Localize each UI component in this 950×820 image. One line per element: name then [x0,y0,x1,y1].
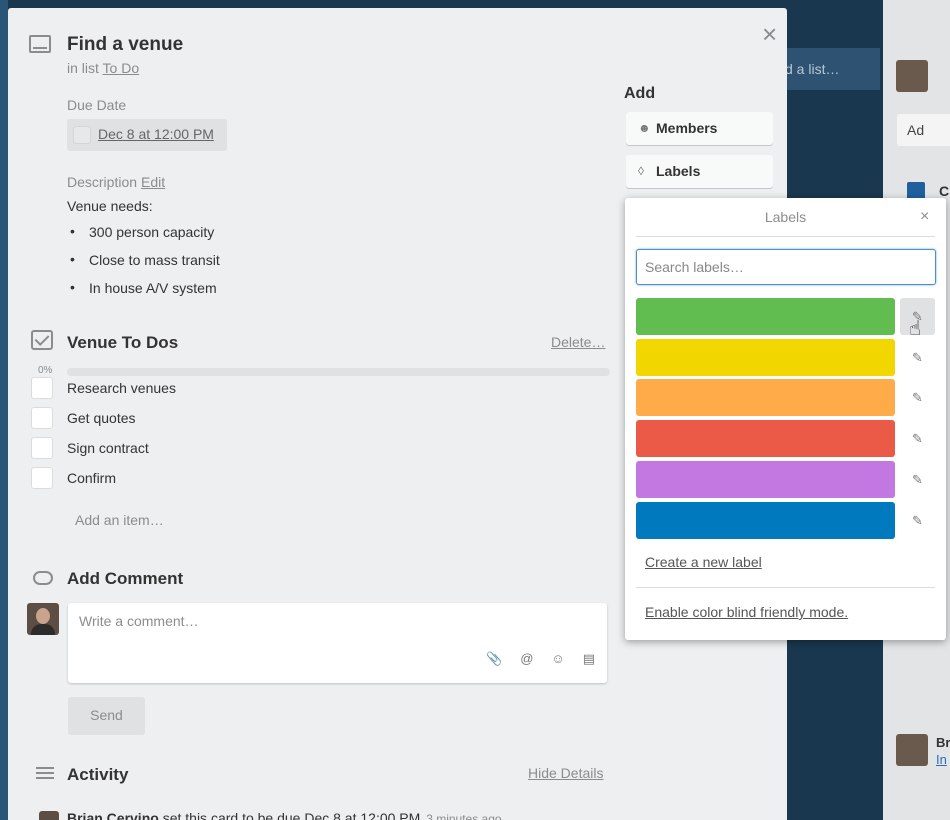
add-checklist-item[interactable]: Add an item… [75,512,164,528]
tag-icon: ◊ [638,164,644,178]
list-item: 300 person capacity [70,223,220,252]
due-date-badge[interactable]: Dec 8 at 12:00 PM [67,119,227,151]
list-item: In house A/V system [70,279,220,308]
activity-icon [32,765,54,781]
labels-label: Labels [656,163,701,179]
pencil-icon[interactable]: ✎ [900,339,935,376]
description-label-text: Description [67,174,138,190]
label-orange[interactable] [636,379,895,416]
label-purple[interactable] [636,461,895,498]
checklist-item[interactable]: Research venues [31,377,431,401]
avatar [27,603,59,635]
comment-placeholder[interactable]: Write a comment… [79,613,199,629]
card-title[interactable]: Find a venue [67,34,183,56]
card-icon [29,35,51,53]
description-intro: Venue needs: [67,198,153,214]
board-left-strip [0,0,8,820]
close-icon[interactable]: × [762,21,777,47]
person-icon: ☻ [638,121,651,135]
checklist-item-text[interactable]: Get quotes [67,410,136,426]
right-activity-name: Br [936,735,950,750]
members-label: Members [656,120,718,136]
pencil-icon[interactable]: ✎ [900,420,935,457]
activity-entry: Brian Cervino set this card to be due De… [67,810,502,820]
add-list-background: d a list… [785,48,880,90]
close-icon[interactable]: × [920,208,929,226]
activity-title: Activity [67,765,129,784]
description-list: 300 person capacity Close to mass transi… [70,223,220,308]
checklist-item[interactable]: Confirm [31,467,431,491]
right-add-button: Ad [897,114,950,146]
description-label: Description Edit [67,174,165,190]
divider [636,236,935,237]
checklist-item[interactable]: Get quotes [31,407,431,431]
checklist-checkbox[interactable] [31,407,53,429]
label-red[interactable] [636,420,895,457]
checklist-item-text[interactable]: Confirm [67,470,116,486]
card-icon[interactable]: ▤ [583,651,595,667]
checklist-percent: 0% [38,365,53,376]
avatar [896,734,928,766]
right-add-label: Ad [907,122,925,138]
in-list-prefix: in list [67,60,99,76]
label-yellow[interactable] [636,339,895,376]
checklist-icon [31,330,53,350]
avatar [39,811,59,820]
activity-text: set this card to be due Dec 8 at 12:00 P… [162,810,421,820]
add-list-text: d a list… [785,61,840,77]
divider [636,587,935,588]
attachment-icon[interactable]: 📎 [486,651,502,667]
checklist-checkbox[interactable] [31,437,53,459]
label-green[interactable] [636,298,895,335]
hide-details-link[interactable]: Hide Details [528,765,603,781]
sidebar-add-heading: Add [624,85,656,102]
in-list-text: in list To Do [67,60,139,76]
pencil-icon[interactable]: ✎ [900,379,935,416]
right-card-letter: C [939,183,950,199]
comment-toolbar: 📎 @ ☺ ▤ [486,651,595,667]
list-item: Close to mass transit [70,251,220,280]
comment-input[interactable]: Write a comment… 📎 @ ☺ ▤ [68,603,607,683]
comment-icon [33,571,53,585]
checklist-checkbox[interactable] [31,467,53,489]
popover-title: Labels [764,209,807,225]
pencil-icon[interactable]: ✎ [900,502,935,539]
list-name-link[interactable]: To Do [103,60,140,76]
emoji-icon[interactable]: ☺ [551,651,564,667]
checklist-delete-link[interactable]: Delete… [551,334,605,350]
checklist-checkbox[interactable] [31,377,53,399]
pencil-icon[interactable]: ✎ [900,461,935,498]
checklist-item-text[interactable]: Research venues [67,380,176,396]
checklist-item[interactable]: Sign contract [31,437,431,461]
hand-cursor-icon: ☝ [909,318,922,340]
create-label-link[interactable]: Create a new label [645,554,762,570]
add-comment-title: Add Comment [67,569,184,588]
color-blind-mode-link[interactable]: Enable color blind friendly mode. [645,604,848,620]
due-complete-checkbox[interactable] [73,126,91,144]
activity-time[interactable]: 3 minutes ago [426,812,501,820]
checklist-item-text[interactable]: Sign contract [67,440,149,456]
activity-user[interactable]: Brian Cervino [67,810,159,820]
labels-popover: Labels × Search labels… ✎ ✎ ✎ ✎ ✎ ✎ ☝ Cr… [625,198,946,640]
checklist-title[interactable]: Venue To Dos [67,333,178,353]
checklist-progress-bar [67,368,610,376]
labels-button[interactable]: ◊ Labels [626,155,773,188]
search-labels-input[interactable]: Search labels… [636,249,936,285]
due-date-label: Due Date [67,97,127,113]
send-button[interactable]: Send [68,697,145,735]
members-button[interactable]: ☻ Members [626,112,773,145]
label-blue[interactable] [636,502,895,539]
avatar [896,60,928,92]
description-edit-link[interactable]: Edit [141,174,165,190]
due-date-value[interactable]: Dec 8 at 12:00 PM [98,126,214,142]
right-activity-link: In [936,752,947,767]
mention-icon[interactable]: @ [520,651,533,667]
